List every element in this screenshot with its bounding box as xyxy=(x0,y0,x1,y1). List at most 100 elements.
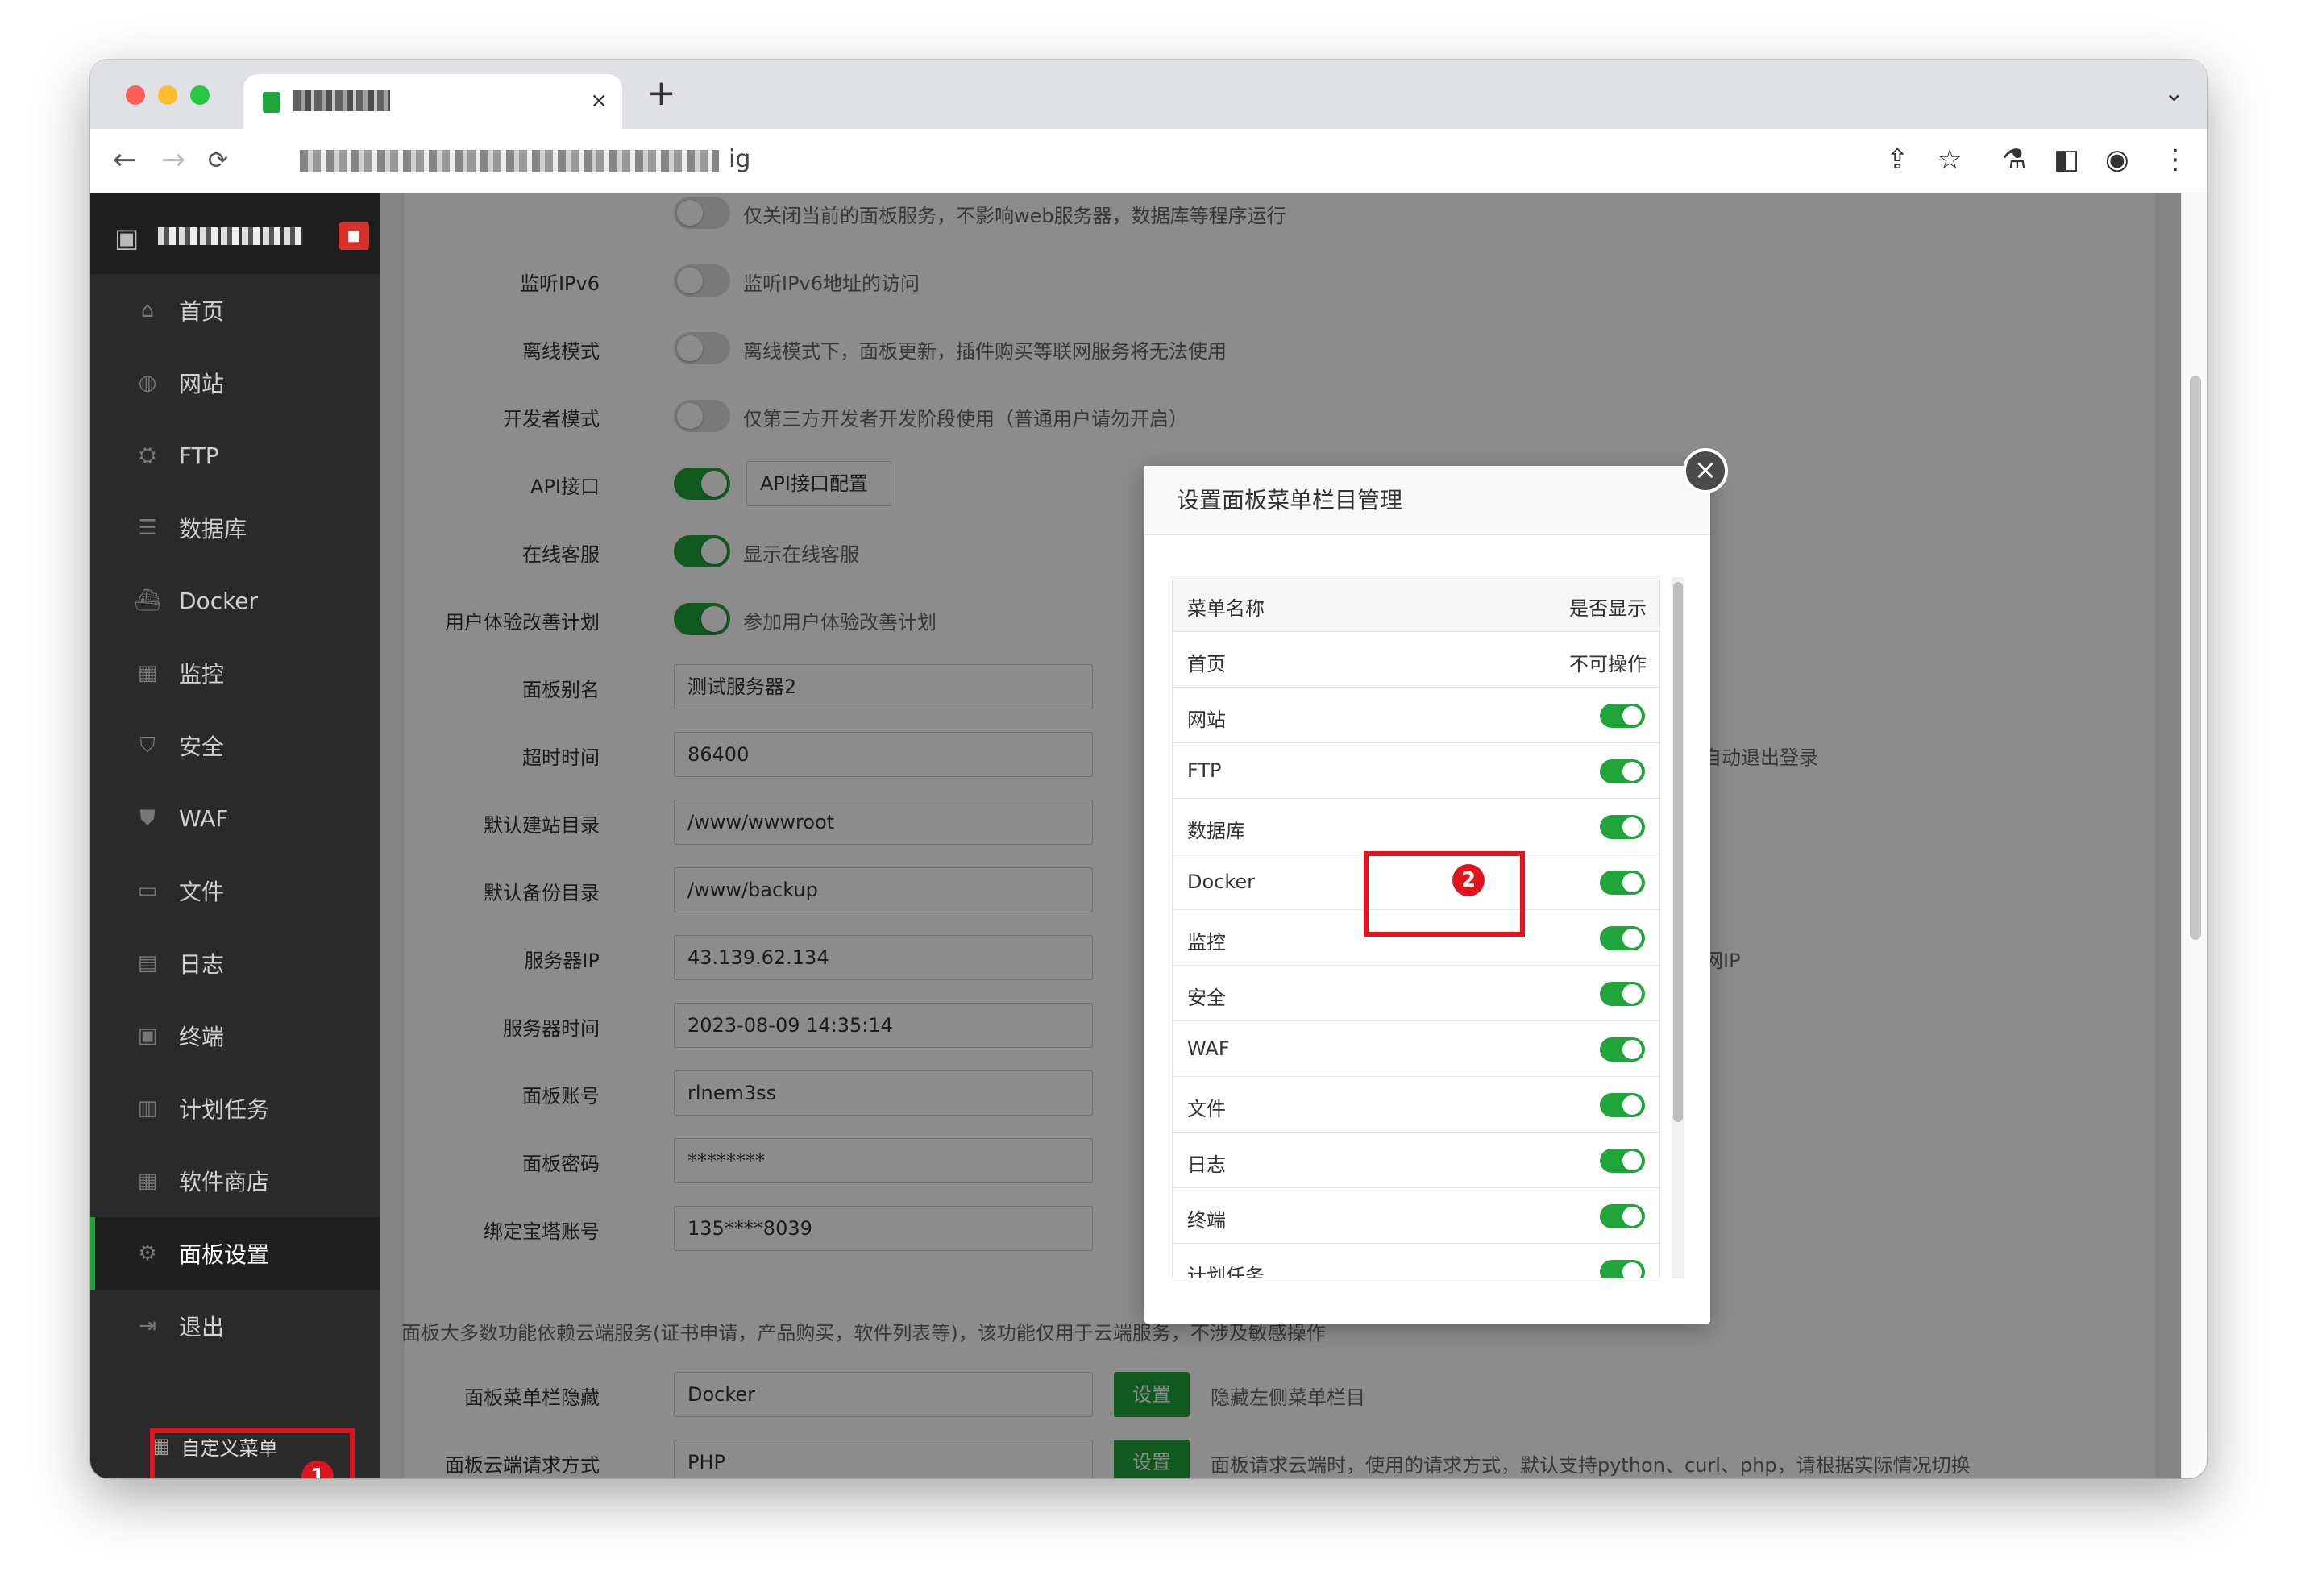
modal-title: 设置面板菜单栏目管理 xyxy=(1144,466,1710,535)
sidebar-item-5[interactable]: ▦ 监控 xyxy=(90,637,380,709)
menu-name: 数据库 xyxy=(1187,820,1245,842)
menu-name: 日志 xyxy=(1187,1153,1226,1176)
menu-name: 计划任务 xyxy=(1187,1265,1265,1278)
sidebar-item-icon: ☰ xyxy=(138,516,157,540)
sidebar-item-3[interactable]: ☰ 数据库 xyxy=(90,492,380,564)
menu-visible-toggle[interactable] xyxy=(1600,1149,1645,1173)
menu-row: 数据库 xyxy=(1173,799,1659,854)
reload-icon[interactable]: ⟳ xyxy=(208,147,228,175)
menu-name: 文件 xyxy=(1187,1098,1226,1120)
alert-badge-icon[interactable]: ■ xyxy=(339,222,369,250)
browser-toolbar: ← → ⟳ ig ⇪ ☆ ⚗ ◧ ◉ ⋮ xyxy=(90,129,2207,193)
modal-close-icon[interactable]: × xyxy=(1683,448,1728,493)
sidebar-item-label: WAF xyxy=(179,804,229,832)
sidebar-item-1[interactable]: ◍ 网站 xyxy=(90,347,380,419)
modal-scrollbar[interactable] xyxy=(1672,577,1684,1278)
menu-name: 终端 xyxy=(1187,1209,1226,1232)
menu-visible-toggle[interactable] xyxy=(1600,704,1645,728)
sidebar-item-icon: ⇥ xyxy=(139,1314,156,1338)
sidebar-item-icon: ⚙ xyxy=(138,1241,157,1266)
sidebar-item-label: 监控 xyxy=(179,661,225,688)
menu-row: 日志 xyxy=(1173,1133,1659,1188)
menu-visible-toggle[interactable] xyxy=(1600,982,1645,1006)
sidebar-item-icon: ▤ xyxy=(137,951,158,975)
sidebar-item-label: 面板设置 xyxy=(179,1241,270,1268)
favicon-icon xyxy=(263,92,280,113)
menu-visible-toggle[interactable] xyxy=(1600,926,1645,950)
sidebar-item-icon: ▦ xyxy=(137,1169,158,1193)
share-icon[interactable]: ⇪ xyxy=(1886,143,1909,176)
menu-name: 监控 xyxy=(1187,931,1226,954)
close-window-icon[interactable] xyxy=(126,85,145,105)
sidebar-item-icon: ◍ xyxy=(138,371,157,395)
tab-close-icon[interactable]: × xyxy=(590,89,608,113)
sidebar-item-7[interactable]: ⛊ WAF xyxy=(90,782,380,854)
star-icon[interactable]: ☆ xyxy=(1938,143,1962,176)
menu-row: 安全 xyxy=(1173,966,1659,1021)
sidebar-item-6[interactable]: ⛉ 安全 xyxy=(90,709,380,782)
sidebar-nav: ⌂ 首页 ◍ 网站 ⛭ FTP ☰ 数据库 ⛴ Docker ▦ 监控 ⛉ 安全 ⛊ WAF ▭ 文件 ▤ 日志 ▣ 终端… xyxy=(90,274,380,1362)
table-header: 菜单名称 是否显示 xyxy=(1173,576,1659,632)
sidebar-item-8[interactable]: ▭ 文件 xyxy=(90,854,380,927)
menu-name: 安全 xyxy=(1187,987,1226,1009)
menu-visible-toggle[interactable] xyxy=(1600,1093,1645,1117)
menu-visible-toggle[interactable] xyxy=(1600,1204,1645,1228)
menu-visible-toggle[interactable] xyxy=(1600,871,1645,895)
sidebar-item-icon: ▥ xyxy=(137,1096,158,1120)
sidebar-item-11[interactable]: ▥ 计划任务 xyxy=(90,1072,380,1145)
minimize-window-icon[interactable] xyxy=(158,85,177,105)
page-scrollbar[interactable] xyxy=(2181,193,2207,1478)
sidebar-item-14[interactable]: ⇥ 退出 xyxy=(90,1290,380,1362)
sidebar-item-10[interactable]: ▣ 终端 xyxy=(90,1000,380,1072)
sidebar-item-9[interactable]: ▤ 日志 xyxy=(90,927,380,1000)
sidebar-item-12[interactable]: ▦ 软件商店 xyxy=(90,1145,380,1217)
callout-number-2: 2 xyxy=(1452,864,1485,896)
zoom-window-icon[interactable] xyxy=(190,85,210,105)
sidebar-item-2[interactable]: ⛭ FTP xyxy=(90,419,380,492)
new-tab-icon[interactable]: + xyxy=(646,73,676,114)
menu-row: 文件 xyxy=(1173,1077,1659,1133)
menu-visible-toggle[interactable] xyxy=(1600,759,1645,783)
sidebar-item-0[interactable]: ⌂ 首页 xyxy=(90,274,380,347)
sidebar-item-icon: ⛴ xyxy=(134,588,161,613)
sidebar-item-label: 文件 xyxy=(179,879,225,905)
browser-window: × + ⌄ ← → ⟳ ig ⇪ ☆ ⚗ ◧ ◉ ⋮ ▣ ■ ⌂ 首页 ◍ 网站 ⛭ FT… xyxy=(90,60,2207,1478)
server-icon: ▣ xyxy=(114,222,139,253)
col-menu-name: 菜单名称 xyxy=(1187,597,1265,620)
menu-locked-text: 不可操作 xyxy=(1569,653,1647,675)
browser-tab[interactable]: × xyxy=(243,74,622,129)
menu-visible-toggle[interactable] xyxy=(1600,1260,1645,1278)
menu-row: 计划任务 xyxy=(1173,1244,1659,1278)
tab-strip: × + ⌄ xyxy=(90,60,2207,129)
menu-name: FTP xyxy=(1187,759,1222,782)
sidebar-item-icon: ⛉ xyxy=(139,733,156,758)
menu-row: 首页 不可操作 xyxy=(1173,632,1659,688)
sidebar-item-4[interactable]: ⛴ Docker xyxy=(90,564,380,637)
menu-row: 终端 xyxy=(1173,1188,1659,1244)
url-suffix: ig xyxy=(729,145,751,173)
sidebar-item-icon: ⌂ xyxy=(140,298,155,322)
menu-icon[interactable]: ⋮ xyxy=(2162,143,2189,176)
menu-visible-toggle[interactable] xyxy=(1600,815,1645,839)
menu-name: Docker xyxy=(1187,871,1256,893)
sidebar-item-13[interactable]: ⚙ 面板设置 xyxy=(90,1217,380,1290)
menu-visible-toggle[interactable] xyxy=(1600,1037,1645,1062)
tab-search-icon[interactable]: ⌄ xyxy=(2164,79,2184,107)
modal-scroll-thumb[interactable] xyxy=(1673,582,1683,1122)
menu-name: 网站 xyxy=(1187,709,1226,731)
url-blurred xyxy=(300,150,719,172)
sidebar-item-label: 终端 xyxy=(179,1024,225,1050)
sidebar-item-icon: ⛊ xyxy=(139,805,156,830)
forward-icon[interactable]: → xyxy=(161,143,185,177)
flask-icon[interactable]: ⚗ xyxy=(2002,143,2026,176)
brand-name-blurred xyxy=(158,227,303,245)
address-bar[interactable]: ig xyxy=(277,139,2002,184)
profile-icon[interactable]: ◉ xyxy=(2105,143,2129,176)
sidebar-item-label: Docker xyxy=(179,587,259,614)
sidebar-item-label: FTP xyxy=(179,442,219,469)
back-icon[interactable]: ← xyxy=(113,143,137,177)
page-scroll-thumb[interactable] xyxy=(2190,376,2201,940)
sidebar-brand: ▣ ■ xyxy=(90,193,380,274)
sidepanel-icon[interactable]: ◧ xyxy=(2054,143,2079,176)
main-content: 仅关闭当前的面板服务，不影响web服务器，数据库等程序运行 监听IPv6 监听IPv… xyxy=(380,193,2207,1478)
